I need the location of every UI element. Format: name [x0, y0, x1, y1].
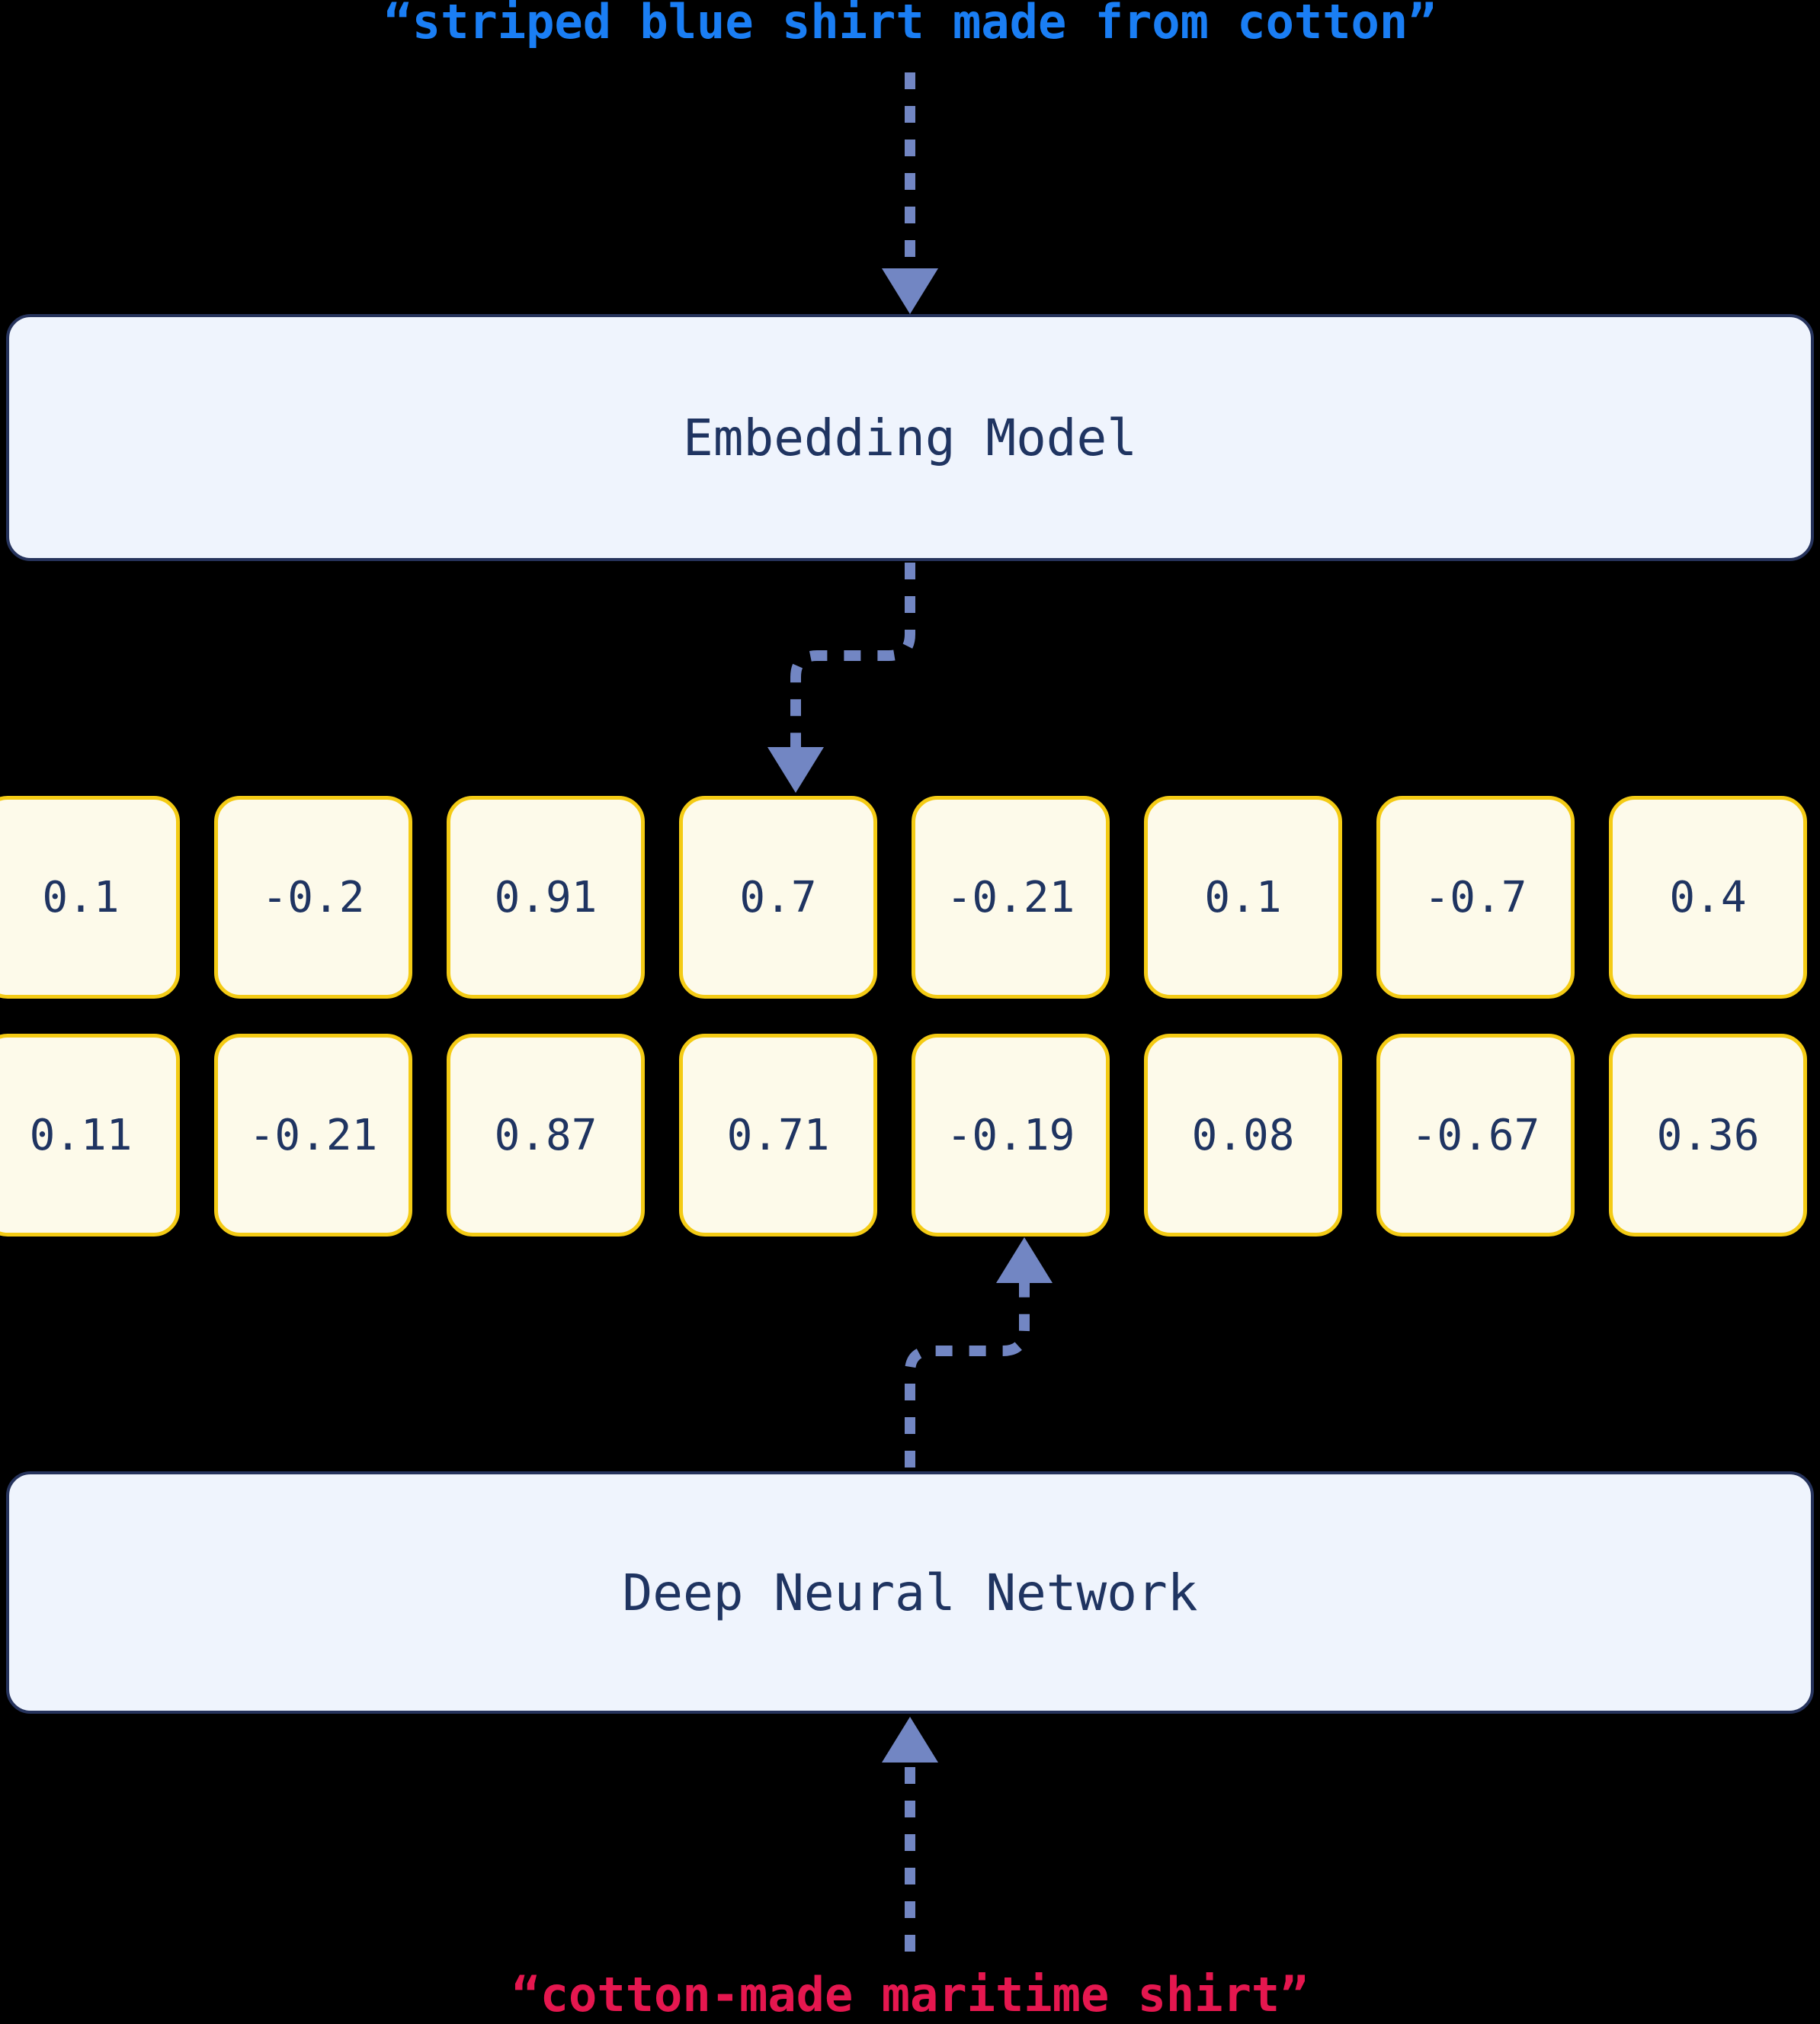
vector-cell[interactable]: -0.19	[912, 1034, 1110, 1237]
vector-cell[interactable]: 0.36	[1609, 1034, 1807, 1237]
vector-cell[interactable]: 0.08	[1144, 1034, 1342, 1237]
vector-value: -0.67	[1411, 1110, 1540, 1160]
query-text-label: “striped blue shirt made from cotton”	[383, 0, 1437, 50]
vector-cell[interactable]: -0.2	[214, 796, 412, 999]
connector-query-to-embedding-model	[882, 72, 938, 314]
vector-cell[interactable]: -0.7	[1376, 796, 1575, 999]
vector-cell[interactable]: -0.21	[214, 1034, 412, 1237]
vector-value: 0.71	[726, 1110, 830, 1160]
deep-neural-network-node[interactable]: Deep Neural Network	[6, 1471, 1814, 1714]
connector-embedding-model-to-query-vector	[767, 563, 915, 793]
vector-value: -0.21	[248, 1110, 378, 1160]
vector-value: 0.87	[494, 1110, 598, 1160]
vector-value: -0.2	[261, 872, 365, 922]
vector-value: 0.11	[29, 1110, 133, 1160]
connector-layer	[767, 72, 1053, 1952]
vector-cell[interactable]: 0.1	[0, 796, 180, 999]
vector-cell[interactable]: -0.67	[1376, 1034, 1575, 1237]
vector-cell[interactable]: 0.11	[0, 1034, 180, 1237]
vector-cell[interactable]: -0.21	[912, 796, 1110, 999]
vector-cell[interactable]: 0.1	[1144, 796, 1342, 999]
vector-value: 0.08	[1191, 1110, 1295, 1160]
embedding-model-node[interactable]: Embedding Model	[6, 314, 1814, 561]
connector-document-to-dnn	[882, 1717, 938, 1952]
document-text-label: “cotton-made maritime shirt”	[511, 1967, 1309, 2022]
vector-value: -0.19	[946, 1110, 1075, 1160]
vector-value: -0.21	[946, 872, 1075, 922]
query-embedding-vector: 0.1 -0.2 0.91 0.7 -0.21 0.1 -0.7 0.4	[0, 796, 1820, 999]
vector-value: -0.7	[1424, 872, 1527, 922]
vector-value: 0.1	[42, 872, 120, 922]
vector-value: 0.36	[1656, 1110, 1760, 1160]
vector-value: 0.7	[739, 872, 817, 922]
vector-value: 0.91	[494, 872, 598, 922]
vector-cell[interactable]: 0.87	[447, 1034, 645, 1237]
document-embedding-vector: 0.11 -0.21 0.87 0.71 -0.19 0.08 -0.67 0.36	[0, 1034, 1820, 1237]
vector-cell[interactable]: 0.4	[1609, 796, 1807, 999]
embedding-model-label: Embedding Model	[682, 408, 1138, 467]
vector-cell[interactable]: 0.71	[679, 1034, 877, 1237]
vector-value: 0.1	[1204, 872, 1282, 922]
vector-cell[interactable]: 0.7	[679, 796, 877, 999]
vector-cell[interactable]: 0.91	[447, 796, 645, 999]
diagram-canvas: “striped blue shirt made from cotton” Em…	[0, 0, 1820, 2024]
connector-document-vector-to-dnn	[905, 1237, 1053, 1467]
deep-neural-network-label: Deep Neural Network	[622, 1563, 1198, 1622]
vector-value: 0.4	[1669, 872, 1747, 922]
